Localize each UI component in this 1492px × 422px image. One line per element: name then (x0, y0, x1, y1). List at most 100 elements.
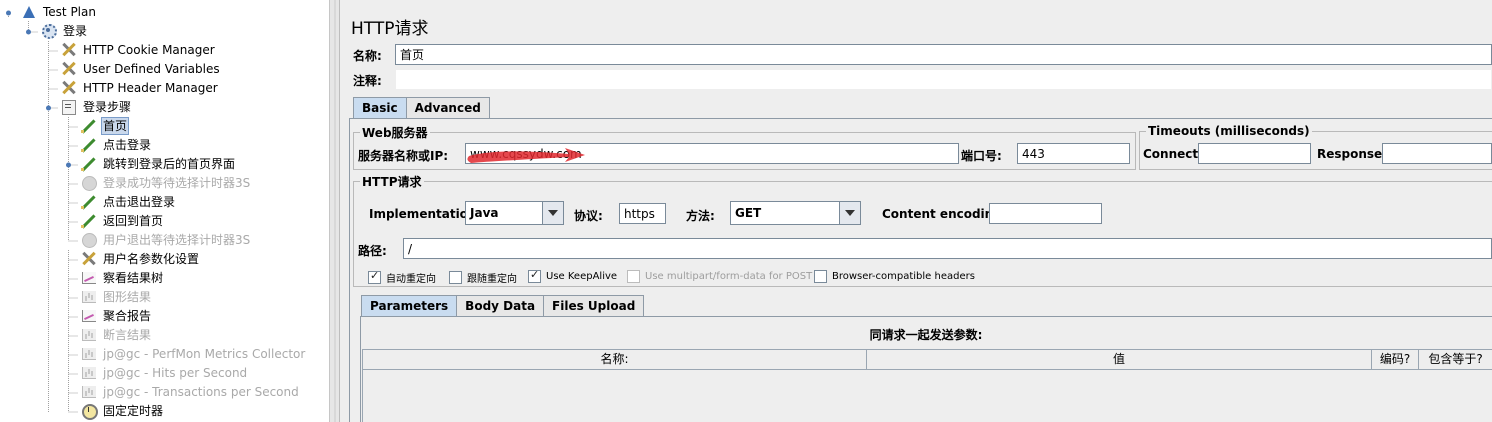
tree-node-user-defined-variables[interactable]: User Defined Variables (60, 60, 222, 78)
tree-node-label: 跳转到登录后的首页界面 (103, 157, 236, 171)
tree-node-hits-per-second[interactable]: jp@gc - Hits per Second (80, 364, 249, 382)
name-field[interactable] (395, 44, 1492, 65)
tree-node-label: HTTP Cookie Manager (83, 43, 215, 57)
tree-node-assertion-results[interactable]: 断言结果 (80, 326, 153, 344)
column-header-include-equals[interactable]: 包含等于? (1418, 349, 1492, 370)
implementation-value: Java (470, 206, 499, 220)
tree-node-click-login[interactable]: 点击登录 (80, 136, 153, 154)
tree-node-label: 点击登录 (103, 138, 152, 152)
keepalive-checkbox[interactable]: Use KeepAlive (528, 268, 618, 283)
thread-group-icon (40, 22, 58, 40)
response-timeout-label: Response: (1317, 147, 1387, 161)
tree-node-label: HTTP Header Manager (83, 81, 218, 95)
content-encoding-field[interactable] (989, 203, 1102, 224)
tree-node-transactions-per-second[interactable]: jp@gc - Transactions per Second (80, 383, 301, 401)
connect-timeout-field[interactable] (1198, 143, 1311, 164)
checkbox-icon[interactable] (368, 269, 381, 284)
web-server-legend: Web服务器 (362, 126, 428, 140)
protocol-label: 协议: (574, 209, 603, 223)
tree-node-logout-wait-timer[interactable]: 用户退出等待选择计时器3S (80, 231, 252, 249)
split-pane-divider[interactable] (329, 0, 340, 422)
checkbox-icon (627, 270, 640, 283)
tree-node-label: 登录成功等待选择计时器3S (103, 176, 251, 190)
tree-node-label: 断言结果 (103, 328, 152, 342)
multipart-checkbox: Use multipart/form-data for POST (627, 270, 812, 283)
checkbox-icon[interactable] (814, 270, 827, 283)
checkbox-label: Browser-compatible headers (832, 271, 975, 282)
config-tool-icon (60, 79, 78, 97)
tree-node-label: 用户退出等待选择计时器3S (103, 233, 251, 247)
tab-parameters[interactable]: Parameters (361, 295, 458, 316)
sampler-icon (80, 212, 98, 230)
tree-node-aggregate-report[interactable]: 聚合报告 (80, 307, 153, 325)
tree-node-login-wait-timer[interactable]: 登录成功等待选择计时器3S (80, 174, 252, 192)
column-header-encode[interactable]: 编码? (1371, 349, 1419, 370)
listener-icon (80, 345, 98, 363)
column-header-name[interactable]: 名称: (362, 349, 867, 370)
tab-body-data[interactable]: Body Data (456, 295, 545, 316)
port-field[interactable] (1017, 143, 1130, 164)
tree-node-login-steps[interactable]: 登录步骤 (60, 98, 133, 116)
connect-timeout-label: Connect: (1143, 147, 1203, 161)
checkbox-label: Use KeepAlive (546, 271, 618, 282)
tab-advanced[interactable]: Advanced (405, 97, 490, 118)
timeouts-legend: Timeouts (milliseconds) (1148, 124, 1310, 138)
tree-node-username-csv[interactable]: 用户名参数化设置 (80, 250, 201, 268)
browser-compatible-headers-checkbox[interactable]: Browser-compatible headers (814, 270, 975, 283)
checkbox-icon[interactable] (449, 271, 462, 284)
timer-icon (80, 174, 98, 192)
tree-node-label: 首页 (101, 117, 130, 135)
body-tabs: Parameters Body Data Files Upload (361, 295, 645, 316)
chevron-down-icon[interactable] (839, 202, 860, 224)
tree-node-home[interactable]: 首页 (80, 117, 130, 135)
server-name-label: 服务器名称或IP: (358, 149, 449, 163)
tree-node-perfmon-collector[interactable]: jp@gc - PerfMon Metrics Collector (80, 345, 307, 363)
tree-node-constant-timer[interactable]: 固定定时器 (80, 402, 165, 420)
tree-node-header-manager[interactable]: HTTP Header Manager (60, 79, 220, 97)
implementation-select[interactable]: Java (465, 201, 564, 225)
expand-toggle-icon (26, 29, 31, 35)
sampler-icon (80, 193, 98, 211)
test-plan-tree[interactable]: Test Plan 登录 HTTP Cookie Manager User De… (0, 0, 329, 422)
tab-files-upload[interactable]: Files Upload (543, 295, 645, 316)
params-caption: 同请求一起发送参数: (869, 328, 983, 342)
checkbox-label: Use multipart/form-data for POST (645, 271, 813, 282)
tree-node-label: User Defined Variables (83, 62, 220, 76)
follow-redirects-checkbox[interactable]: 跟随重定向 (449, 270, 517, 285)
comment-field[interactable] (395, 69, 1492, 90)
tree-node-click-logout[interactable]: 点击退出登录 (80, 193, 177, 211)
listener-icon (80, 269, 98, 287)
tree-node-test-plan[interactable]: Test Plan (20, 3, 98, 21)
listener-icon (80, 364, 98, 382)
tree-node-thread-group[interactable]: 登录 (40, 22, 89, 40)
column-header-value[interactable]: 值 (866, 349, 1372, 370)
tree-node-label: 固定定时器 (103, 404, 164, 418)
listener-icon (80, 326, 98, 344)
response-timeout-field[interactable] (1382, 143, 1492, 164)
protocol-field[interactable] (619, 203, 666, 224)
tab-basic[interactable]: Basic (353, 97, 407, 118)
path-field[interactable] (403, 238, 1492, 259)
tree-node-cookie-manager[interactable]: HTTP Cookie Manager (60, 41, 217, 59)
port-label: 端口号: (961, 149, 1002, 163)
method-select[interactable]: GET (730, 201, 861, 225)
tree-node-label: 点击退出登录 (103, 195, 176, 209)
parameters-table-body[interactable] (362, 370, 1492, 422)
timer-icon (80, 231, 98, 249)
chevron-down-icon[interactable] (542, 202, 563, 224)
content-encoding-label: Content encoding: (882, 207, 1007, 221)
expand-toggle-icon (46, 105, 51, 111)
tree-node-graph-results[interactable]: 图形结果 (80, 288, 153, 306)
timer-icon (80, 402, 98, 420)
auto-redirect-checkbox[interactable]: 自动重定向 (368, 269, 436, 285)
method-label: 方法: (686, 209, 715, 223)
checkbox-icon[interactable] (528, 268, 541, 283)
tree-node-label: 用户名参数化设置 (103, 252, 200, 266)
controller-icon (60, 98, 78, 116)
tree-node-label: 图形结果 (103, 290, 152, 304)
tree-node-view-results-tree[interactable]: 察看结果树 (80, 269, 165, 287)
sampler-icon (80, 117, 98, 135)
tree-node-redirect-home[interactable]: 跳转到登录后的首页界面 (80, 155, 237, 173)
http-request-panel: HTTP请求 名称: 注释: Basic Advanced Web服务器 服务器… (341, 0, 1492, 422)
tree-node-back-home[interactable]: 返回到首页 (80, 212, 165, 230)
